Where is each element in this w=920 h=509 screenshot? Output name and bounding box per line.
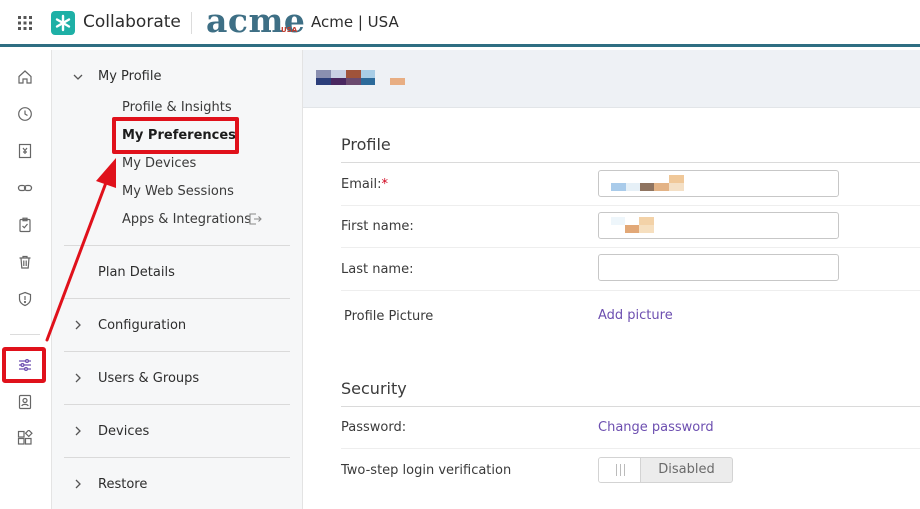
first-name-field[interactable] <box>598 212 839 239</box>
partner-logo-sub: USA <box>281 26 298 34</box>
security-section-title: Security <box>341 379 407 398</box>
nav-section-users-groups[interactable]: Users & Groups <box>98 371 199 386</box>
chevron-down-icon[interactable] <box>72 71 84 83</box>
side-nav: My Profile Profile & Insights My Prefere… <box>52 50 303 509</box>
two-step-label: Two-step login verification <box>341 463 512 478</box>
app-launcher-icon[interactable] <box>17 15 33 31</box>
chevron-right-icon[interactable] <box>72 319 84 331</box>
contact-book-icon[interactable] <box>17 394 33 410</box>
nav-section-configuration[interactable]: Configuration <box>98 318 186 333</box>
nav-divider <box>64 404 290 405</box>
top-bar: Collaborate acme USA Acme | USA <box>0 0 920 47</box>
row-divider <box>341 290 920 291</box>
row-divider <box>341 448 920 449</box>
partner-logo: acme <box>206 1 306 40</box>
main-content: Profile Email:* First name: Last name: P… <box>303 50 920 509</box>
nav-section-restore[interactable]: Restore <box>98 477 147 492</box>
last-name-label: Last name: <box>341 262 414 277</box>
clipboard-check-icon[interactable] <box>17 217 33 233</box>
row-divider <box>341 247 920 248</box>
section-divider <box>341 162 920 163</box>
toggle-knob[interactable] <box>599 458 641 482</box>
required-mark: * <box>381 177 388 192</box>
nav-divider <box>64 245 290 246</box>
profile-picture-label: Profile Picture <box>344 309 434 324</box>
nav-divider <box>64 298 290 299</box>
profile-section-title: Profile <box>341 135 391 154</box>
nav-divider <box>64 351 290 352</box>
password-label: Password: <box>341 420 407 435</box>
rail-divider <box>10 334 40 335</box>
apps-icon[interactable] <box>17 430 33 446</box>
last-name-field[interactable] <box>598 254 839 281</box>
nav-item-profile-insights[interactable]: Profile & Insights <box>122 100 232 115</box>
section-divider <box>341 406 920 407</box>
chevron-right-icon[interactable] <box>72 425 84 437</box>
row-divider <box>341 205 920 206</box>
chevron-right-icon[interactable] <box>72 372 84 384</box>
two-step-toggle[interactable]: Disabled <box>598 457 733 483</box>
collaborate-logo-icon[interactable] <box>51 11 75 35</box>
change-password-link[interactable]: Change password <box>598 420 714 435</box>
tenant-name: Acme | USA <box>311 13 399 31</box>
nav-section-my-profile[interactable]: My Profile <box>98 69 161 84</box>
nav-item-my-web-sessions[interactable]: My Web Sessions <box>122 184 234 199</box>
header-divider <box>191 12 192 34</box>
archive-icon[interactable] <box>17 143 33 159</box>
shield-alert-icon[interactable] <box>17 291 33 307</box>
link-icon[interactable] <box>17 180 33 196</box>
highlight-box-rail <box>2 347 46 383</box>
email-field[interactable] <box>598 170 839 197</box>
first-name-label: First name: <box>341 219 414 234</box>
history-icon[interactable] <box>17 106 33 122</box>
nav-section-devices[interactable]: Devices <box>98 424 149 439</box>
trash-icon[interactable] <box>17 254 33 270</box>
external-link-icon <box>249 213 262 225</box>
nav-section-plan-details[interactable]: Plan Details <box>98 265 175 280</box>
add-picture-link[interactable]: Add picture <box>598 308 673 323</box>
chevron-right-icon[interactable] <box>72 478 84 490</box>
nav-item-apps-integrations[interactable]: Apps & Integrations <box>122 212 251 227</box>
nav-divider <box>64 457 290 458</box>
app-name[interactable]: Collaborate <box>83 12 181 32</box>
highlight-box-preferences <box>112 117 239 154</box>
toggle-state: Disabled <box>658 462 715 477</box>
email-label: Email:* <box>341 177 388 192</box>
icon-rail <box>0 50 52 509</box>
nav-item-my-devices[interactable]: My Devices <box>122 156 196 171</box>
home-icon[interactable] <box>17 69 33 85</box>
user-header <box>303 50 920 108</box>
